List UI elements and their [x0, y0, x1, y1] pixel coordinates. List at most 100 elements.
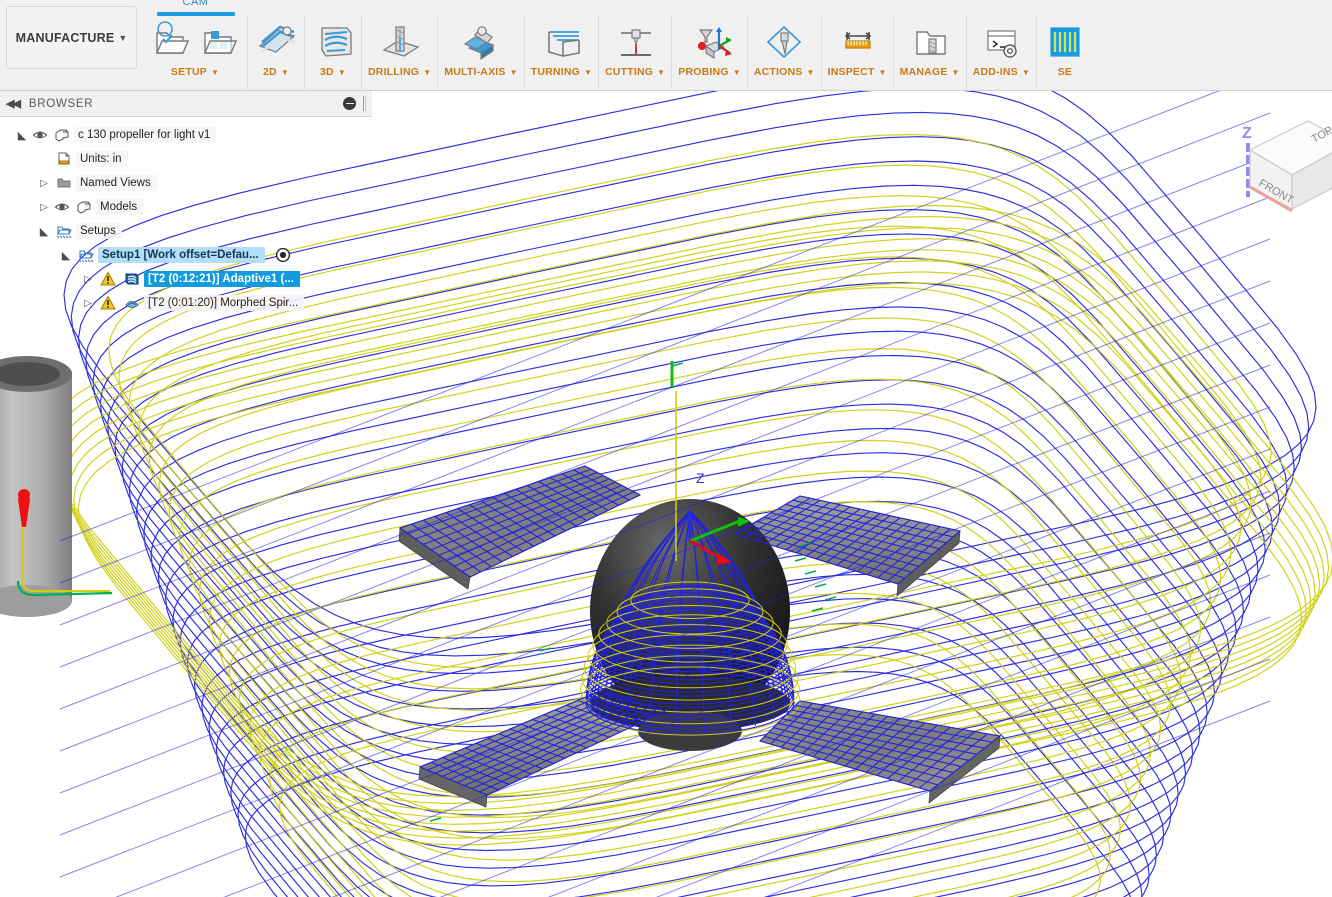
collapse-left-icon[interactable]: ◀◀	[6, 97, 19, 110]
panel-label[interactable]: SETUP▼	[171, 66, 219, 78]
panel-label[interactable]: TURNING ▼	[531, 66, 592, 78]
add-ins-icon	[979, 20, 1023, 64]
browser-title: BROWSER	[29, 98, 93, 110]
warning-icon	[100, 295, 116, 311]
chevron-down-icon: ▼	[281, 68, 289, 77]
panel-label[interactable]: 3D ▼	[320, 66, 346, 78]
panel-icon-row	[835, 16, 879, 68]
panel-label[interactable]: ACTIONS▼	[754, 66, 815, 78]
tree-node-icon	[52, 175, 76, 191]
ribbon-panel-inspect[interactable]: INSPECT▼	[822, 16, 894, 91]
panel-label[interactable]: CUTTING▼	[605, 66, 665, 78]
expander-collapsed-icon[interactable]: ▷	[80, 298, 96, 309]
tree-row[interactable]: ▷ [T2 (0:12:21)] Adaptive1 (...	[0, 267, 372, 291]
tree-node-label: Setup1 [Work offset=Defau...	[98, 247, 265, 263]
ribbon-panel-drilling[interactable]: DRILLING▼	[362, 16, 438, 91]
panel-label[interactable]: 2D ▼	[263, 66, 289, 78]
panel-label[interactable]: MULTI-AXIS▼	[444, 66, 517, 78]
tree-node-label: [T2 (0:01:20)] Morphed Spir...	[144, 295, 304, 311]
2d-milling-icon	[254, 20, 298, 64]
chevron-down-icon: ▼	[657, 68, 665, 77]
tree-node-label: Models	[96, 199, 143, 215]
browser-header: ◀◀ BROWSER	[0, 91, 372, 117]
ribbon-panel-setup[interactable]: SETUP▼	[143, 16, 248, 91]
visibility-toggle[interactable]	[30, 127, 50, 143]
ribbon-panel-3d[interactable]: 3D ▼	[305, 16, 362, 91]
panel-icon-row	[311, 16, 355, 68]
tree-row[interactable]: ▷ Models	[0, 195, 372, 219]
chevron-down-icon: ▼	[584, 68, 592, 77]
morphed-spiral-icon	[124, 295, 140, 311]
panel-label[interactable]: PROBING▼	[678, 66, 741, 78]
expander-collapsed-icon[interactable]: ▷	[36, 202, 52, 213]
ribbon-panel-group: SETUP▼ 2D ▼ 3D ▼ DRILLING▼ MULTI-AXIS▼ TURNING ▼…	[143, 16, 1093, 91]
chevron-down-icon: ▼	[510, 68, 518, 77]
visibility-toggle[interactable]	[52, 199, 72, 215]
wcs-origin-toggle[interactable]	[271, 247, 295, 263]
panel-label-text: 2D	[263, 66, 277, 78]
panel-label[interactable]: ADD-INS▼	[973, 66, 1030, 78]
tree-node-label: [T2 (0:12:21)] Adaptive1 (...	[144, 271, 300, 287]
panel-icon-row	[613, 16, 657, 68]
expander-collapsed-icon[interactable]: ▷	[36, 178, 52, 189]
ribbon-panel-probing[interactable]: PROBING▼	[672, 16, 748, 91]
expander-expanded-icon[interactable]: ◢	[36, 225, 52, 238]
tab-cam[interactable]: CAM	[143, 0, 248, 18]
ribbon-panel-2d[interactable]: 2D ▼	[248, 16, 305, 91]
tree-node-icon	[72, 199, 96, 215]
eye-icon	[32, 127, 48, 143]
tree-row[interactable]: Units: in	[0, 147, 372, 171]
ribbon-panel-multi-axis[interactable]: MULTI-AXIS▼	[438, 16, 524, 91]
ribbon-panel-actions[interactable]: ACTIONS▼	[748, 16, 822, 91]
turning-icon	[539, 20, 583, 64]
panel-label-text: PROBING	[678, 66, 728, 78]
expander-expanded-icon[interactable]: ◢	[58, 249, 74, 262]
panel-label-text: MANAGE	[900, 66, 948, 78]
minus-circle-icon[interactable]	[343, 97, 356, 110]
ribbon-panel-turning[interactable]: TURNING ▼	[525, 16, 599, 91]
panel-label-text: INSPECT	[828, 66, 875, 78]
tree-node-icon	[50, 127, 74, 143]
tree-node-icon	[52, 223, 76, 239]
tree-row[interactable]: ◢c 130 propeller for light v1	[0, 123, 372, 147]
tree-row[interactable]: ▷Named Views	[0, 171, 372, 195]
inspect-icon	[835, 20, 879, 64]
chevron-down-icon: ▼	[952, 68, 960, 77]
chevron-down-icon: ▼	[1022, 68, 1030, 77]
panel-label[interactable]: INSPECT▼	[828, 66, 887, 78]
browser-panel: ◀◀ BROWSER ◢c 130 propeller for light v1…	[0, 91, 372, 315]
view-cube[interactable]: Z FRONT TOP	[1210, 105, 1332, 225]
viewcube-axis-z-label: Z	[1242, 125, 1252, 142]
expander-expanded-icon[interactable]: ◢	[14, 129, 30, 142]
ribbon-panel-add-ins[interactable]: ADD-INS▼	[967, 16, 1037, 91]
units-ruler-icon	[56, 151, 72, 167]
tree-row[interactable]: ◢ Setup1 [Work offset=Defau...	[0, 243, 372, 267]
panel-label[interactable]: DRILLING▼	[368, 66, 431, 78]
workspace-switcher-manufacture[interactable]: MANUFACTURE ▼	[6, 6, 137, 69]
ribbon-panel-se[interactable]: SE	[1037, 16, 1093, 91]
ribbon-panel-manage[interactable]: MANAGE ▼	[894, 16, 967, 91]
panel-label[interactable]: MANAGE ▼	[900, 66, 960, 78]
warning-icon	[100, 271, 116, 287]
panel-icon-row	[539, 16, 583, 68]
chevron-down-icon: ▼	[338, 68, 346, 77]
panel-label-text: TURNING	[531, 66, 580, 78]
actions-icon	[762, 20, 806, 64]
warning-badge	[96, 295, 120, 311]
tree-row[interactable]: ◢Setups	[0, 219, 372, 243]
tree-node-icon	[52, 151, 76, 167]
chevron-down-icon: ▼	[806, 68, 814, 77]
panel-label-text: 3D	[320, 66, 334, 78]
panel-icon-row	[979, 16, 1023, 68]
adaptive-clearing-icon	[124, 271, 140, 287]
ribbon-panel-cutting[interactable]: CUTTING▼	[599, 16, 672, 91]
tab-active-underline	[157, 12, 235, 16]
eye-icon	[54, 199, 70, 215]
resize-grip-icon[interactable]	[363, 96, 366, 111]
panel-label[interactable]: SE	[1058, 66, 1072, 78]
expander-collapsed-icon[interactable]: ▷	[80, 274, 96, 285]
warning-badge	[96, 271, 120, 287]
tree-node-label: Units: in	[76, 151, 128, 167]
workspace-switcher-label: MANUFACTURE	[16, 31, 115, 45]
tree-row[interactable]: ▷ [T2 (0:01:20)] Morphed Spir...	[0, 291, 372, 315]
